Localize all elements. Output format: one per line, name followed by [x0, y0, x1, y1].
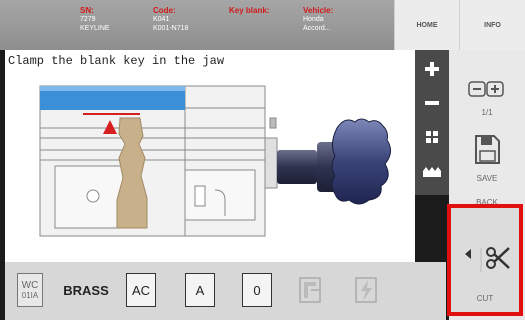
chevron-left-icon	[465, 249, 471, 259]
ac-button[interactable]: AC	[126, 273, 156, 307]
zoom-toolbar	[415, 50, 449, 195]
instruction-text: Clamp the blank key in the jaw	[8, 54, 225, 68]
home-button[interactable]: HOME	[394, 0, 459, 50]
plus-icon	[425, 62, 439, 76]
zero-button[interactable]: 0	[242, 273, 272, 307]
sn-value-brand: KEYLINE	[80, 25, 110, 32]
sn-value: 7279	[80, 16, 96, 23]
minus-icon	[425, 101, 439, 105]
power-button[interactable]	[351, 273, 381, 307]
fit-view-button[interactable]	[417, 122, 447, 152]
vehicle-make: Honda	[303, 16, 324, 23]
wc-code: 01IA	[21, 291, 39, 300]
header-bar: SN: 7279 KEYLINE Code: K041 K001-N718 Ke…	[0, 0, 525, 50]
page-indicator: 1/1	[481, 108, 493, 117]
key-blank-column: Key blank:	[229, 6, 269, 15]
grid-icon	[426, 131, 438, 143]
save-label: SAVE	[476, 174, 498, 183]
zoom-in-button[interactable]	[417, 54, 447, 84]
code-value: K041	[153, 16, 170, 23]
wc-label: WC	[21, 280, 39, 291]
knob-shaft	[277, 150, 317, 184]
sn-label: SN:	[80, 6, 94, 15]
cut-button[interactable]: CUT	[447, 204, 523, 316]
zoom-out-button[interactable]	[417, 88, 447, 118]
lightning-icon	[355, 277, 377, 303]
scissors-icon	[486, 247, 510, 269]
vehicle-model: Accord...	[303, 25, 331, 32]
code-column: Code: K041 K001-N718	[153, 6, 188, 33]
vehicle-label: Vehicle:	[303, 6, 334, 15]
header-info-panel	[0, 0, 394, 50]
save-button[interactable]	[473, 134, 501, 166]
key-profile-icon	[423, 167, 441, 177]
page-nav[interactable]	[467, 80, 507, 98]
info-button[interactable]: INFO	[459, 0, 525, 50]
page-nav-icon	[468, 81, 504, 97]
a-button[interactable]: A	[185, 273, 215, 307]
caliper-icon	[299, 277, 321, 303]
knob-handle	[331, 118, 391, 205]
profile-view-button[interactable]	[417, 156, 447, 186]
serial-column: SN: 7279 KEYLINE	[80, 6, 110, 33]
vehicle-column: Vehicle: Honda Accord...	[303, 6, 333, 33]
jaw-illustration	[39, 85, 391, 237]
caliper-button[interactable]	[295, 273, 325, 307]
bottom-toolbar: WC 01IA BRASS AC A 0	[5, 262, 446, 320]
save-icon	[475, 135, 500, 164]
key-blank-label: Key blank:	[229, 6, 270, 15]
code-label: Code:	[153, 6, 176, 15]
wc-button[interactable]: WC 01IA	[17, 273, 43, 307]
key-jaw-view: Clamp the blank key in the jaw	[5, 50, 415, 262]
cut-label: CUT	[476, 294, 494, 303]
material-button[interactable]: BRASS	[60, 273, 112, 307]
code-value-range: K001-N718	[153, 25, 189, 32]
